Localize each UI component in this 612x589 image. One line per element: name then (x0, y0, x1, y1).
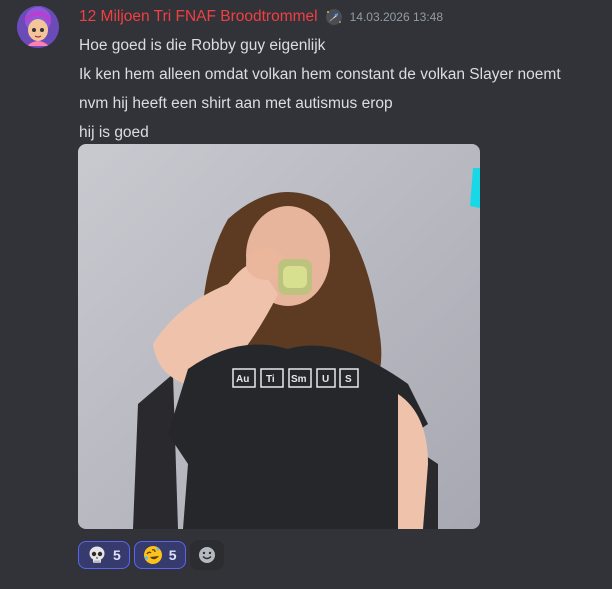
reaction-count: 5 (113, 547, 121, 563)
message-line: Hoe goed is die Robby guy eigenlijk (79, 37, 326, 54)
shirt-letter: U (322, 374, 329, 385)
message-header: 12 Miljoen Tri FNAF Broodtrommel 14.03.2… (79, 6, 443, 28)
message-line: nvm hij heeft een shirt aan met autismus… (79, 95, 393, 112)
message-content: Hoe goed is die Robby guy eigenlijk Ik k… (79, 31, 609, 147)
add-reaction-smile-icon (198, 547, 215, 563)
shirt-letter: S (345, 374, 352, 385)
reaction-skull[interactable]: 5 (78, 541, 130, 569)
shirt-letter: Ti (266, 374, 275, 385)
skull-emoji-icon (87, 545, 107, 565)
shirt-letter: Au (236, 374, 249, 385)
message-timestamp: 14.03.2026 13:48 (349, 10, 444, 24)
rofl-emoji-icon (143, 545, 163, 565)
reaction-bar: 5 5 (78, 540, 224, 570)
author-name[interactable]: 12 Miljoen Tri FNAF Broodtrommel (79, 8, 318, 26)
shirt-letter: Sm (291, 374, 307, 385)
user-avatar[interactable] (17, 6, 59, 48)
chat-message: 12 Miljoen Tri FNAF Broodtrommel 14.03.2… (0, 0, 612, 589)
reaction-count: 5 (168, 547, 177, 563)
decorative-cyan-shape (470, 168, 480, 208)
message-line: Ik ken hem alleen omdat volkan hem const… (79, 66, 561, 83)
add-reaction-button[interactable] (189, 540, 224, 570)
rocket-role-icon (324, 7, 344, 27)
image-attachment[interactable]: Au Ti Sm U S (78, 144, 480, 529)
message-line: hij is goed (79, 124, 149, 141)
reaction-rofl[interactable]: 5 (133, 541, 186, 569)
